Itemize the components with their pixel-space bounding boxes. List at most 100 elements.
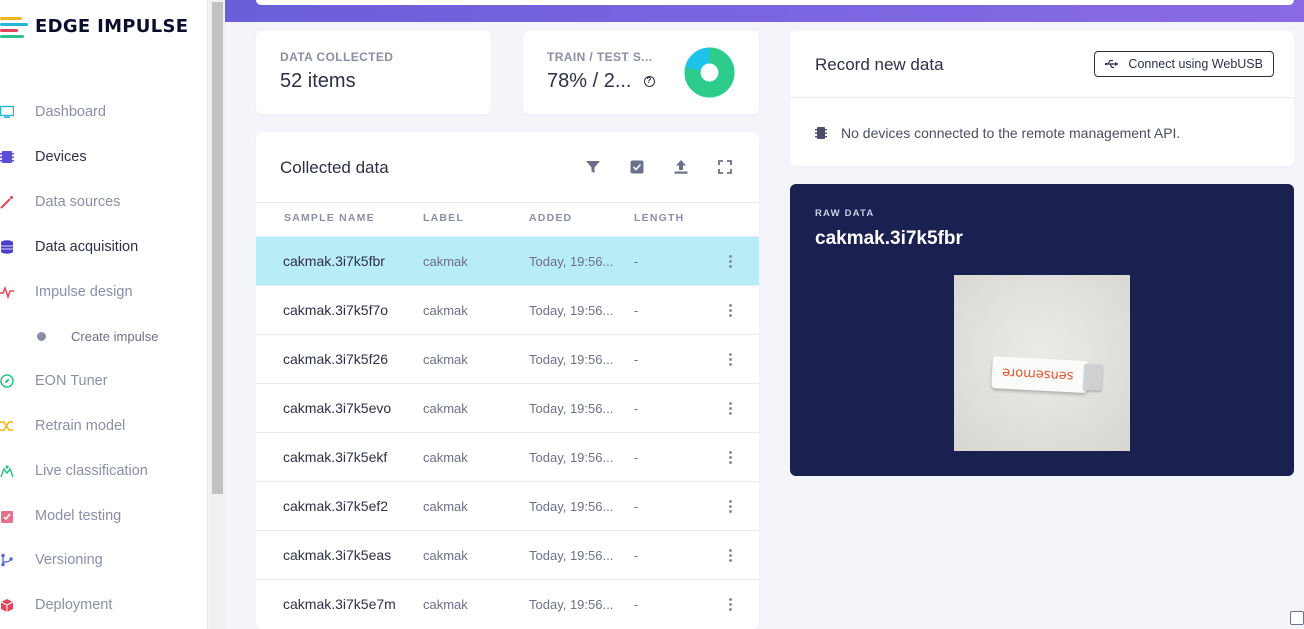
row-menu-icon[interactable] [724,449,736,465]
sample-label: cakmak [423,303,468,318]
scrollbar-thumb[interactable] [212,2,223,494]
sidebar-item-dashboard[interactable]: Dashboard [0,90,208,135]
sample-added: Today, 19:56... [529,352,614,367]
dot-icon [37,331,46,341]
connect-webusb-label: Connect using WebUSB [1128,57,1263,71]
sidebar-item-label: Devices [35,149,87,166]
table-row[interactable]: cakmak.3i7k5evo cakmak Today, 19:56... - [256,383,759,432]
sidebar-item-devices[interactable]: Devices [0,135,208,180]
sample-name[interactable]: cakmak.3i7k5ekf [283,449,387,465]
sidebar-item-create-impulse[interactable]: Create impulse [0,314,208,359]
raw-data-title: cakmak.3i7k5fbr [815,228,963,249]
sidebar-scrollbar[interactable] [209,0,225,629]
row-menu-icon[interactable] [724,596,736,612]
sample-name[interactable]: cakmak.3i7k5f7o [283,302,388,318]
table-row[interactable]: cakmak.3i7k5fbr cakmak Today, 19:56... - [256,236,759,285]
sidebar-item-model-testing[interactable]: Model testing [0,493,208,538]
sidebar-item-live-classification[interactable]: Live classification [0,448,208,493]
row-menu-icon[interactable] [724,351,736,367]
column-header-length[interactable]: LENGTH [634,212,684,224]
sample-name[interactable]: cakmak.3i7k5e7m [283,596,396,612]
sample-label: cakmak [423,254,468,269]
sidebar-item-impulse-design[interactable]: Impulse design [0,269,208,314]
column-header-added[interactable]: ADDED [529,212,572,224]
expand-icon[interactable] [717,159,733,175]
lighter-image: sensemore [991,356,1105,396]
collected-data-toolbar [585,159,733,175]
sidebar-item-label: Live classification [35,462,148,479]
sample-length: - [634,548,639,563]
brand-name: EDGE IMPULSE [35,15,189,37]
sample-added: Today, 19:56... [529,548,614,563]
column-header-label[interactable]: LABEL [423,212,464,224]
sidebar-nav: Dashboard Devices Data sources Data acqu… [0,90,208,628]
upload-icon[interactable] [673,159,689,175]
sidebar-item-data-sources[interactable]: Data sources [0,180,208,225]
filter-icon[interactable] [585,159,601,175]
sidebar-item-data-acquisition[interactable]: Data acquisition [0,224,208,269]
sidebar-item-versioning[interactable]: Versioning [0,538,208,583]
table-row[interactable]: cakmak.3i7k5ekf cakmak Today, 19:56... - [256,432,759,481]
sample-length: - [634,303,639,318]
table-row[interactable]: cakmak.3i7k5f26 cakmak Today, 19:56... - [256,334,759,383]
sidebar-item-label: Retrain model [35,417,126,434]
shuffle-icon [0,421,13,431]
sidebar-item-label: Deployment [35,597,113,614]
sample-label: cakmak [423,597,468,612]
table-row[interactable]: cakmak.3i7k5ef2 cakmak Today, 19:56... - [256,481,759,530]
train-test-split-value: 78% / 2... [547,70,632,92]
no-devices-message: No devices connected to the remote manag… [841,125,1181,141]
sample-label: cakmak [423,450,468,465]
data-collected-value: 52 items [280,70,356,92]
sidebar-item-retrain-model[interactable]: Retrain model [0,404,208,449]
train-test-split-card: TRAIN / TEST S... 78% / 2... ? [523,31,759,114]
sample-name[interactable]: cakmak.3i7k5ef2 [283,498,388,514]
sample-added: Today, 19:56... [529,450,614,465]
pulse-icon [0,285,14,299]
record-new-data-title: Record new data [815,55,944,74]
data-collected-label: DATA COLLECTED [280,50,394,64]
connect-webusb-button[interactable]: Connect using WebUSB [1094,51,1274,77]
box-icon [0,599,14,613]
sidebar-item-label: Versioning [35,552,103,569]
sample-added: Today, 19:56... [529,401,614,416]
banner-card [256,0,1294,5]
sample-name[interactable]: cakmak.3i7k5eas [283,547,391,563]
row-menu-icon[interactable] [724,302,736,318]
sample-added: Today, 19:56... [529,303,614,318]
sidebar-item-deployment[interactable]: Deployment [0,583,208,628]
sample-name[interactable]: cakmak.3i7k5f26 [283,351,388,367]
sample-label: cakmak [423,548,468,563]
data-collected-card: DATA COLLECTED 52 items [256,31,491,114]
clipboard-check-icon [1,510,13,523]
row-menu-icon[interactable] [724,253,736,269]
sample-label: cakmak [423,499,468,514]
table-row[interactable]: cakmak.3i7k5eas cakmak Today, 19:56... - [256,530,759,579]
sidebar-item-label: Data sources [35,193,121,210]
column-header-sample-name[interactable]: SAMPLE NAME [284,212,375,224]
row-menu-icon[interactable] [724,400,736,416]
sidebar-item-eon-tuner[interactable]: EON Tuner [0,359,208,404]
raw-data-label: RAW DATA [815,208,875,219]
sidebar-item-label: Create impulse [71,328,159,344]
table-row[interactable]: cakmak.3i7k5e7m cakmak Today, 19:56... - [256,579,759,628]
sample-name[interactable]: cakmak.3i7k5fbr [283,253,385,269]
sample-name[interactable]: cakmak.3i7k5evo [283,400,391,416]
sample-length: - [634,597,639,612]
feedback-icon[interactable] [1290,611,1304,625]
help-icon[interactable]: ? [643,76,655,87]
row-menu-icon[interactable] [724,498,736,514]
sample-image: sensemore [954,275,1130,451]
sample-length: - [634,254,639,269]
table-row[interactable]: cakmak.3i7k5f7o cakmak Today, 19:56... - [256,285,759,334]
train-test-split-label: TRAIN / TEST S... [547,50,653,64]
sample-length: - [634,352,639,367]
row-menu-icon[interactable] [724,547,736,563]
edge-impulse-logo-icon [0,15,30,38]
chip-icon [815,127,827,139]
record-new-data-panel: Record new data Connect using WebUSB No … [790,31,1294,166]
brand-logo[interactable]: EDGE IMPULSE [0,12,188,40]
compass-icon [0,374,14,388]
select-checkbox-icon[interactable] [629,159,645,175]
sample-added: Today, 19:56... [529,499,614,514]
